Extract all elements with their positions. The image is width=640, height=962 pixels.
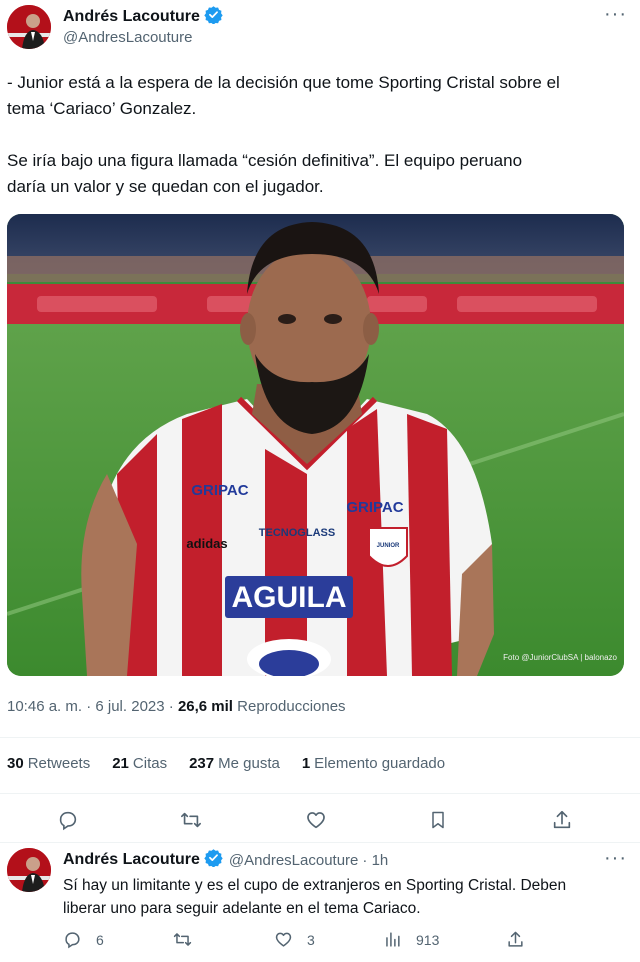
reply-author-name[interactable]: Andrés Lacouture bbox=[63, 851, 200, 869]
divider bbox=[0, 793, 640, 794]
reply-likes[interactable]: 3 bbox=[274, 930, 315, 949]
likes-label: Me gusta bbox=[218, 755, 280, 772]
reply-author-line: Andrés Lacouture @AndresLacouture · 1h bbox=[63, 849, 388, 871]
quotes-label: Citas bbox=[132, 755, 168, 772]
retweet-icon[interactable] bbox=[177, 806, 205, 834]
shirt-brand: adidas bbox=[186, 536, 227, 551]
verified-icon bbox=[204, 5, 223, 29]
views-label: Reproducciones bbox=[237, 698, 346, 715]
tweet-text-line: tema ‘Cariaco’ Gonzalez. bbox=[7, 99, 197, 118]
retweets-stat[interactable]: 30 Retweets bbox=[7, 755, 90, 772]
tweet-photo[interactable]: AGUILA GRIPAC GRIPAC adidas TECNOGLASS J… bbox=[7, 214, 624, 676]
divider bbox=[0, 842, 640, 843]
shirt-logo-left: GRIPAC bbox=[191, 482, 248, 499]
reply-age[interactable]: · 1h bbox=[362, 852, 388, 869]
reply-author-handle[interactable]: @AndresLacouture bbox=[229, 852, 358, 869]
likes-stat[interactable]: 237 Me gusta bbox=[189, 755, 280, 772]
bookmark-icon[interactable] bbox=[424, 806, 452, 834]
reply-author-avatar[interactable] bbox=[7, 848, 51, 892]
reply-text-line: Sí hay un limitante y es el cupo de extr… bbox=[63, 877, 567, 894]
reply-retweet[interactable] bbox=[172, 930, 193, 949]
reply-likes-count: 3 bbox=[307, 931, 315, 948]
tweet-meta: 10:46 a. m. · 6 jul. 2023 · 26,6 mil Rep… bbox=[7, 698, 346, 715]
tweet-time[interactable]: 10:46 a. m. · 6 jul. 2023 · bbox=[7, 698, 174, 715]
like-icon[interactable] bbox=[302, 806, 330, 834]
verified-icon bbox=[204, 848, 223, 872]
views-icon bbox=[386, 932, 400, 947]
share-icon bbox=[508, 931, 523, 947]
more-icon[interactable]: ··· bbox=[604, 848, 627, 868]
reply-views-count: 913 bbox=[416, 931, 440, 948]
tweet-text-line: - Junior está a la espera de la decisión… bbox=[7, 73, 560, 92]
shirt-crest: JUNIOR bbox=[377, 543, 400, 549]
reply-replies[interactable]: 6 bbox=[63, 930, 104, 949]
author-avatar[interactable] bbox=[7, 5, 51, 49]
author-handle[interactable]: @AndresLacouture bbox=[63, 29, 192, 46]
reply-icon bbox=[65, 932, 80, 949]
divider bbox=[0, 737, 640, 738]
likes-count: 237 bbox=[189, 755, 215, 772]
bookmarks-label: Elemento guardado bbox=[314, 755, 446, 772]
photo-credit: Foto @JuniorClubSA | balonazo bbox=[503, 653, 617, 662]
retweet-icon bbox=[173, 933, 192, 946]
more-icon[interactable]: ··· bbox=[604, 4, 627, 24]
shirt-logo-right: GRIPAC bbox=[346, 499, 403, 516]
reply-views[interactable]: 913 bbox=[383, 930, 439, 949]
reply-share[interactable] bbox=[506, 930, 525, 949]
reply-replies-count: 6 bbox=[96, 931, 104, 948]
like-icon bbox=[275, 932, 292, 947]
retweets-label: Retweets bbox=[27, 755, 91, 772]
reply-icon[interactable] bbox=[54, 806, 82, 834]
tweet-text-line: Se iría bajo una figura llamada “cesión … bbox=[7, 151, 523, 170]
share-icon[interactable] bbox=[548, 806, 576, 834]
reply-text: Sí hay un limitante y es el cupo de extr… bbox=[63, 874, 633, 920]
tweet-text-line: daría un valor y se quedan con el jugado… bbox=[7, 177, 324, 196]
tweet-stats: 30 Retweets 21 Citas 237 Me gusta 1 Elemento… bbox=[7, 755, 445, 772]
quotes-count: 21 bbox=[112, 755, 129, 772]
reply-text-line: liberar uno para seguir adelante en el t… bbox=[63, 900, 421, 917]
bookmarks-count: 1 bbox=[301, 755, 311, 772]
retweets-count: 30 bbox=[7, 755, 24, 772]
quotes-stat[interactable]: 21 Citas bbox=[112, 755, 167, 772]
author-name[interactable]: Andrés Lacouture bbox=[63, 8, 200, 26]
bookmarks-stat[interactable]: 1 Elemento guardado bbox=[302, 755, 445, 772]
shirt-tech: TECNOGLASS bbox=[259, 527, 335, 539]
tweet-text: - Junior está a la espera de la decisión… bbox=[7, 70, 637, 122]
tweet-text-2: Se iría bajo una figura llamada “cesión … bbox=[7, 148, 637, 200]
shirt-sponsor: AGUILA bbox=[232, 581, 347, 614]
views-count: 26,6 mil bbox=[177, 698, 233, 715]
author-line: Andrés Lacouture bbox=[63, 6, 223, 28]
